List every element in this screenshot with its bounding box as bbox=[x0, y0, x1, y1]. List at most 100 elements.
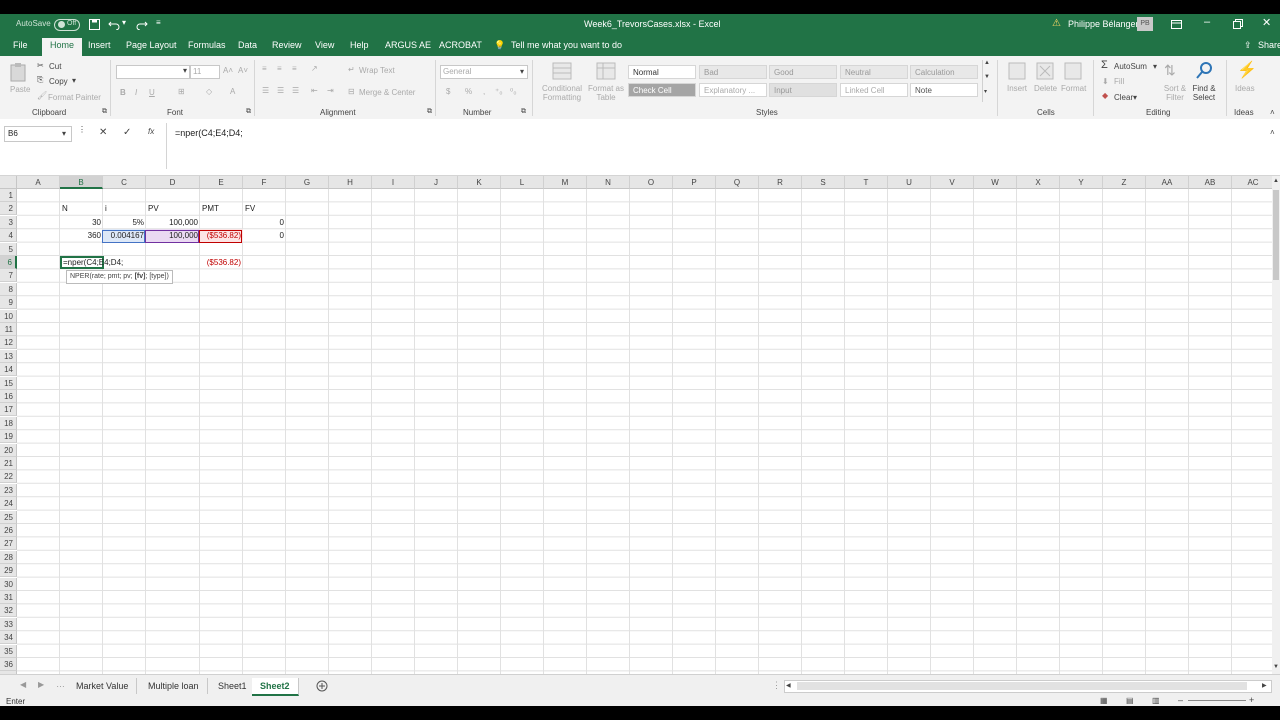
styles-gallery-scroll[interactable]: ▲ ▼ ▾ bbox=[982, 60, 992, 102]
next-sheet-icon[interactable]: ▶ bbox=[38, 680, 44, 689]
ideas-icon[interactable]: ⚡ bbox=[1237, 60, 1257, 80]
row-header-7[interactable]: 7 bbox=[0, 269, 17, 283]
cell-style-neutral[interactable]: Neutral bbox=[840, 65, 908, 79]
redo-icon[interactable] bbox=[136, 19, 148, 30]
scroll-left-icon[interactable]: ◀ bbox=[786, 682, 791, 689]
row-header-25[interactable]: 25 bbox=[0, 510, 17, 524]
column-header-m[interactable]: M bbox=[544, 176, 587, 189]
increase-indent-icon[interactable]: ⇥ bbox=[327, 86, 334, 95]
column-header-x[interactable]: X bbox=[1017, 176, 1060, 189]
add-sheet-icon[interactable] bbox=[316, 680, 328, 692]
autosum-icon[interactable]: Σ bbox=[1101, 59, 1108, 71]
copy-icon[interactable]: ⎘ bbox=[37, 75, 43, 85]
row-header-33[interactable]: 33 bbox=[0, 617, 17, 631]
cell-style-calculation[interactable]: Calculation bbox=[910, 65, 978, 79]
find-select-button[interactable]: Find & Select bbox=[1189, 84, 1219, 102]
column-header-f[interactable]: F bbox=[243, 176, 286, 189]
cell-b2[interactable]: N bbox=[60, 202, 103, 215]
conditional-formatting-icon[interactable] bbox=[552, 62, 572, 80]
fill-button[interactable]: Fill bbox=[1114, 77, 1124, 86]
sheet-tab-multiple-loan[interactable]: Multiple loan bbox=[140, 678, 208, 694]
row-header-6[interactable]: 6 bbox=[0, 256, 17, 269]
underline-icon[interactable]: U bbox=[149, 88, 155, 97]
page-layout-view-icon[interactable]: ▤ bbox=[1126, 696, 1134, 705]
formula-bar-splitter[interactable]: ⋮ bbox=[78, 125, 86, 134]
cell-style-explanatory[interactable]: Explanatory ... bbox=[699, 83, 767, 97]
restore-icon[interactable] bbox=[1233, 19, 1243, 29]
ideas-button[interactable]: Ideas bbox=[1235, 84, 1255, 93]
zoom-in-icon[interactable]: + bbox=[1249, 695, 1254, 705]
wrap-text-icon[interactable]: ↵ bbox=[348, 65, 355, 74]
percent-icon[interactable]: % bbox=[465, 87, 472, 96]
row-header-31[interactable]: 31 bbox=[0, 591, 17, 604]
row-header-29[interactable]: 29 bbox=[0, 564, 17, 578]
delete-button[interactable]: Delete bbox=[1034, 84, 1057, 93]
minimize-icon[interactable]: – bbox=[1204, 16, 1210, 28]
font-name-dropdown-icon[interactable]: ▾ bbox=[183, 66, 187, 75]
scroll-up-icon[interactable]: ▲ bbox=[984, 60, 990, 66]
name-box-dropdown-icon[interactable]: ▾ bbox=[62, 129, 66, 138]
row-header-10[interactable]: 10 bbox=[0, 309, 17, 323]
column-header-r[interactable]: R bbox=[759, 176, 802, 189]
row-header-28[interactable]: 28 bbox=[0, 550, 17, 564]
share-button[interactable]: Share bbox=[1258, 40, 1280, 50]
column-header-ab[interactable]: AB bbox=[1189, 176, 1232, 189]
increase-decimal-icon[interactable]: ⁺₀ bbox=[495, 87, 503, 96]
cut-icon[interactable]: ✂ bbox=[37, 61, 44, 70]
row-header-3[interactable]: 3 bbox=[0, 215, 17, 229]
find-select-icon[interactable] bbox=[1195, 61, 1213, 81]
row-header-26[interactable]: 26 bbox=[0, 524, 17, 537]
merge-center-icon[interactable]: ⊟ bbox=[348, 87, 355, 96]
cell-style-input[interactable]: Input bbox=[769, 83, 837, 97]
column-header-w[interactable]: W bbox=[974, 176, 1017, 189]
row-header-9[interactable]: 9 bbox=[0, 296, 17, 310]
row-header-12[interactable]: 12 bbox=[0, 336, 17, 350]
tab-formulas[interactable]: Formulas bbox=[188, 40, 226, 50]
row-header-16[interactable]: 16 bbox=[0, 390, 17, 403]
sheet-tab-sheet2[interactable]: Sheet2 bbox=[252, 678, 299, 696]
wrap-text-button[interactable]: Wrap Text bbox=[359, 66, 395, 75]
cell-style-linked-cell[interactable]: Linked Cell bbox=[840, 83, 908, 97]
horizontal-scrollbar[interactable]: ◀ ▶ bbox=[784, 680, 1272, 693]
number-launcher-icon[interactable]: ⧉ bbox=[521, 108, 526, 116]
format-as-table-icon[interactable] bbox=[596, 62, 616, 80]
cell-d3[interactable]: 100,000 bbox=[146, 216, 200, 229]
scroll-up-icon[interactable]: ▲ bbox=[1273, 178, 1279, 184]
paste-icon[interactable] bbox=[10, 62, 28, 82]
merge-center-button[interactable]: Merge & Center bbox=[359, 88, 415, 97]
cut-button[interactable]: Cut bbox=[49, 62, 61, 71]
row-header-4[interactable]: 4 bbox=[0, 229, 17, 243]
column-header-ac[interactable]: AC bbox=[1232, 176, 1272, 189]
row-header-5[interactable]: 5 bbox=[0, 242, 17, 256]
tab-view[interactable]: View bbox=[315, 40, 334, 50]
number-format-combobox[interactable]: General ▾ bbox=[440, 65, 528, 79]
insert-cells-icon[interactable] bbox=[1008, 62, 1026, 80]
tab-argus-ae[interactable]: ARGUS AE bbox=[385, 40, 431, 50]
autosum-button[interactable]: AutoSum bbox=[1114, 62, 1147, 71]
column-header-n[interactable]: N bbox=[587, 176, 630, 189]
tell-me-search[interactable]: Tell me what you want to do bbox=[511, 40, 622, 50]
row-header-32[interactable]: 32 bbox=[0, 604, 17, 618]
column-header-a[interactable]: A bbox=[17, 176, 60, 189]
number-format-dropdown-icon[interactable]: ▾ bbox=[520, 67, 524, 76]
align-middle-icon[interactable]: ≡ bbox=[277, 64, 282, 73]
row-header-22[interactable]: 22 bbox=[0, 470, 17, 484]
align-top-icon[interactable]: ≡ bbox=[262, 64, 267, 73]
font-color-icon[interactable]: A bbox=[230, 87, 235, 96]
normal-view-icon[interactable]: ▦ bbox=[1100, 696, 1108, 705]
column-header-h[interactable]: H bbox=[329, 176, 372, 189]
lightbulb-icon[interactable]: 💡 bbox=[494, 40, 505, 51]
cell-f3[interactable]: 0 bbox=[243, 216, 286, 229]
column-header-u[interactable]: U bbox=[888, 176, 931, 189]
cell-style-note[interactable]: Note bbox=[910, 83, 978, 97]
cell-e2[interactable]: PMT bbox=[200, 202, 243, 215]
cell-f4[interactable]: 0 bbox=[243, 229, 286, 242]
column-header-t[interactable]: T bbox=[845, 176, 888, 189]
cell-style-good[interactable]: Good bbox=[769, 65, 837, 79]
tab-help[interactable]: Help bbox=[350, 40, 369, 50]
cell-b6[interactable]: =nper(C4;E4;D4; bbox=[60, 256, 123, 269]
zoom-slider[interactable] bbox=[1188, 700, 1246, 701]
copy-button[interactable]: Copy bbox=[49, 77, 68, 86]
format-painter-button[interactable]: Format Painter bbox=[48, 93, 101, 102]
row-header-11[interactable]: 11 bbox=[0, 323, 17, 336]
